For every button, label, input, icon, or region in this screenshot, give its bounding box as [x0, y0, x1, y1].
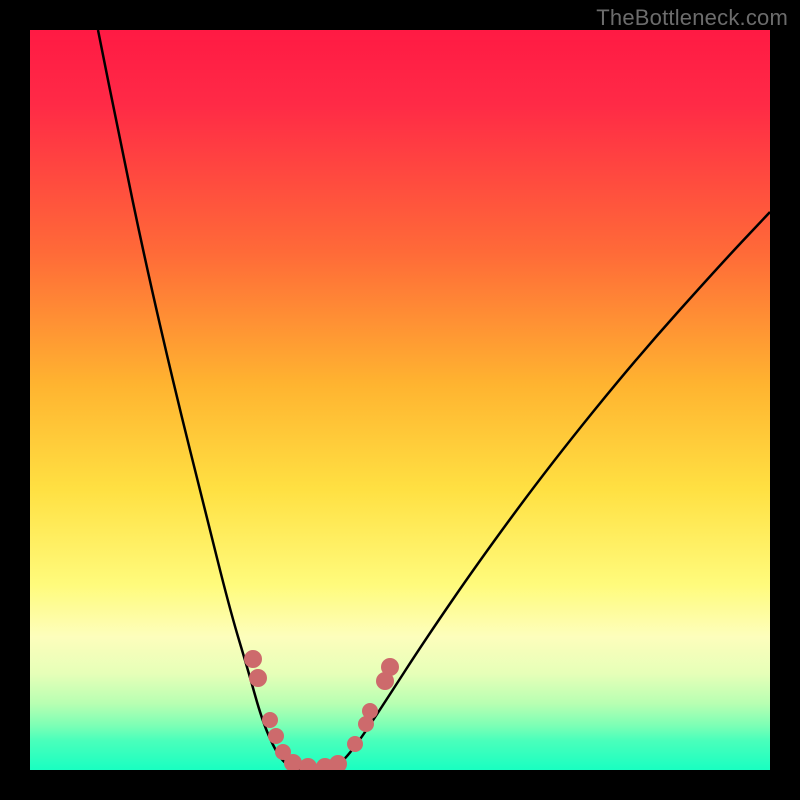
marker-dot [347, 736, 363, 752]
marker-dot [362, 703, 378, 719]
curve-markers [244, 650, 399, 770]
marker-dot [249, 669, 267, 687]
left-branch-curve [98, 30, 300, 770]
marker-dot [381, 658, 399, 676]
plot-area [30, 30, 770, 770]
curve-layer [30, 30, 770, 770]
marker-dot [262, 712, 278, 728]
marker-dot [299, 758, 317, 770]
marker-dot [268, 728, 284, 744]
watermark-text: TheBottleneck.com [596, 5, 788, 31]
chart-frame: TheBottleneck.com [0, 0, 800, 800]
marker-dot [244, 650, 262, 668]
